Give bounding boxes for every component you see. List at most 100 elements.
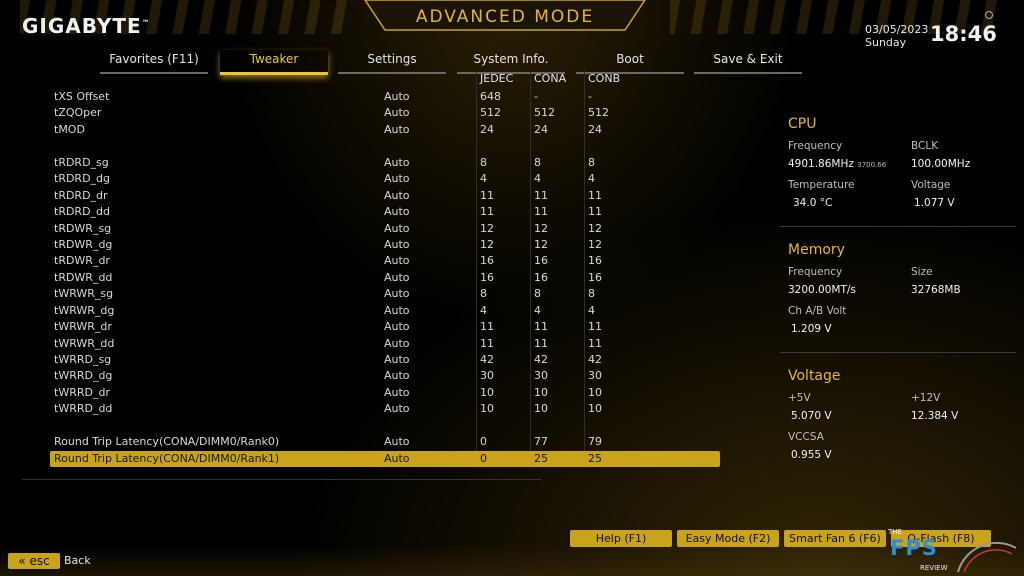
- jedec-value: 8: [480, 287, 487, 301]
- cpu-frequency: 4901.86MHz: [788, 158, 854, 170]
- cpu-frequency-label: Frequency: [788, 140, 843, 152]
- conb-value: 30: [588, 369, 602, 383]
- setting-row[interactable]: tWRWR_sg Auto 8 8 8: [50, 286, 720, 302]
- cona-value: 11: [534, 336, 548, 350]
- setting-row[interactable]: Round Trip Latency(CONA/DIMM0/Rank0) Aut…: [50, 434, 720, 450]
- setting-value[interactable]: Auto: [384, 435, 410, 448]
- help-button[interactable]: Help (F1): [570, 530, 672, 547]
- tab-settings[interactable]: Settings: [338, 50, 446, 74]
- setting-row[interactable]: tWRWR_dd Auto 11 11 11: [50, 336, 720, 352]
- jedec-value: 12: [480, 221, 494, 235]
- memory-frequency-value: 3200.00MT/s: [788, 284, 856, 296]
- tab-system-info[interactable]: System Info.: [457, 50, 565, 74]
- footer-glow: [0, 545, 1024, 576]
- setting-value[interactable]: Auto: [384, 287, 410, 300]
- setting-value[interactable]: Auto: [384, 353, 410, 366]
- setting-row[interactable]: tWRRD_dr Auto 10 10 10: [50, 385, 720, 401]
- setting-name: tWRRD_dg: [54, 369, 113, 383]
- conb-value: 4: [588, 172, 595, 186]
- esc-button[interactable]: « esc: [8, 553, 60, 569]
- setting-row[interactable]: tZQOper Auto 512 512 512: [50, 105, 720, 121]
- cona-value: 16: [534, 270, 548, 284]
- conb-value: 10: [588, 402, 602, 416]
- cona-value: 42: [534, 353, 548, 366]
- conb-value: 11: [588, 320, 602, 334]
- setting-value[interactable]: Auto: [384, 172, 410, 185]
- setting-value[interactable]: Auto: [384, 337, 410, 350]
- mode-title: ADVANCED MODE: [415, 7, 595, 27]
- tab-tweaker[interactable]: Tweaker: [220, 50, 328, 75]
- setting-value[interactable]: Auto: [384, 369, 410, 382]
- status-indicator-icon: [985, 11, 993, 19]
- setting-value[interactable]: Auto: [384, 205, 410, 218]
- setting-row[interactable]: tWRWR_dg Auto 4 4 4: [50, 303, 720, 319]
- tab-boot[interactable]: Boot: [576, 50, 684, 74]
- clock: 18:46: [930, 22, 997, 46]
- setting-value[interactable]: Auto: [384, 386, 410, 399]
- setting-row[interactable]: tRDRD_sg Auto 8 8 8: [50, 155, 720, 171]
- list-divider: [22, 479, 542, 480]
- watermark-logo: THE FPS REVIEW: [888, 528, 1018, 576]
- tab-favorites[interactable]: Favorites (F11): [100, 50, 208, 74]
- setting-row[interactable]: tRDWR_dr Auto 16 16 16: [50, 253, 720, 269]
- setting-row-selected[interactable]: Round Trip Latency(CONA/DIMM0/Rank1) Aut…: [50, 450, 720, 468]
- setting-row[interactable]: tRDWR_dd Auto 16 16 16: [50, 270, 720, 286]
- setting-row[interactable]: tRDWR_dg Auto 12 12 12: [50, 237, 720, 253]
- cona-value: 8: [534, 155, 541, 169]
- jedec-value: 16: [480, 270, 494, 284]
- cona-value: 512: [534, 106, 555, 120]
- voltage-panel: Voltage +5V 5.070 V +12V 12.384 V VCCSA …: [788, 368, 998, 461]
- setting-value[interactable]: Auto: [384, 123, 410, 136]
- setting-value[interactable]: Auto: [384, 320, 410, 333]
- jedec-value: 512: [480, 106, 501, 120]
- setting-value[interactable]: Auto: [384, 304, 410, 317]
- setting-row[interactable]: tWRWR_dr Auto 11 11 11: [50, 319, 720, 335]
- setting-value[interactable]: Auto: [384, 156, 410, 169]
- setting-row[interactable]: tWRRD_dd Auto 10 10 10: [50, 401, 720, 417]
- tab-save-exit[interactable]: Save & Exit: [694, 50, 802, 74]
- setting-value[interactable]: Auto: [384, 452, 410, 465]
- setting-name: tRDWR_sg: [54, 221, 112, 235]
- setting-row[interactable]: tWRRD_sg Auto 42 42 42: [50, 352, 720, 368]
- setting-name: tRDRD_dd: [54, 205, 111, 219]
- cpu-panel: CPU Frequency 4901.86MHz 3700.66 BCLK 10…: [780, 116, 1016, 227]
- jedec-value: 11: [480, 336, 494, 350]
- setting-row[interactable]: tRDRD_dd Auto 11 11 11: [50, 204, 720, 220]
- setting-row[interactable]: tWRRD_dg Auto 30 30 30: [50, 368, 720, 384]
- smart-fan-button[interactable]: Smart Fan 6 (F6): [784, 530, 886, 547]
- conb-value: 42: [588, 353, 602, 366]
- setting-name: tWRRD_dd: [54, 402, 113, 416]
- setting-value[interactable]: Auto: [384, 271, 410, 284]
- conb-value: 12: [588, 237, 602, 251]
- jedec-value: 16: [480, 254, 494, 268]
- column-header-conb: CONB: [588, 72, 621, 85]
- cona-value: -: [534, 90, 538, 103]
- voltage-5v-label: +5V: [788, 392, 811, 404]
- setting-value[interactable]: Auto: [384, 189, 410, 202]
- setting-row[interactable]: tRDWR_sg Auto 12 12 12: [50, 221, 720, 237]
- speedometer-icon: [957, 541, 1017, 573]
- setting-name: tWRWR_dg: [54, 303, 115, 317]
- setting-row[interactable]: tRDRD_dr Auto 11 11 11: [50, 188, 720, 204]
- voltage-5v-value: 5.070 V: [791, 410, 832, 422]
- back-label: Back: [64, 554, 91, 567]
- row-spacer: [50, 418, 720, 434]
- memory-size-label: Size: [911, 266, 933, 278]
- setting-row[interactable]: tRDRD_dg Auto 4 4 4: [50, 171, 720, 187]
- date-display: 03/05/2023 Sunday: [865, 23, 928, 49]
- conb-value: 4: [588, 303, 595, 317]
- easy-mode-button[interactable]: Easy Mode (F2): [677, 530, 779, 547]
- cona-value: 16: [534, 254, 548, 268]
- setting-value[interactable]: Auto: [384, 402, 410, 415]
- setting-name: tRDWR_dr: [54, 254, 110, 268]
- setting-value[interactable]: Auto: [384, 222, 410, 235]
- setting-value[interactable]: Auto: [384, 106, 410, 119]
- column-header-cona: CONA: [534, 72, 567, 85]
- setting-value[interactable]: Auto: [384, 90, 410, 103]
- setting-row[interactable]: tXS Offset Auto 648 - -: [50, 89, 720, 105]
- setting-row[interactable]: tMOD Auto 24 24 24: [50, 122, 720, 138]
- vccsa-label: VCCSA: [788, 431, 824, 443]
- setting-value[interactable]: Auto: [384, 238, 410, 251]
- brand-logo: GIGABYTE™: [22, 14, 151, 38]
- setting-value[interactable]: Auto: [384, 254, 410, 267]
